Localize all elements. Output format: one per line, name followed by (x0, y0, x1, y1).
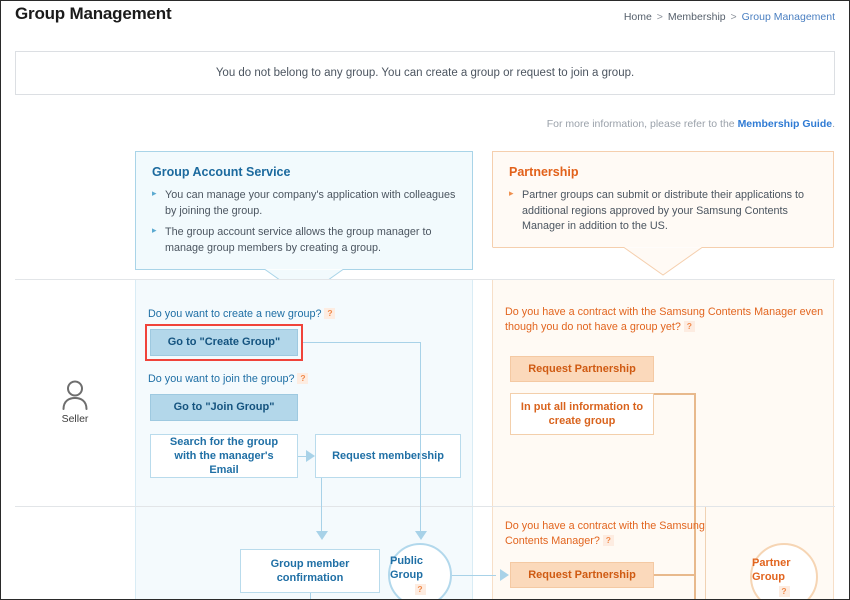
connector-create-group-h (303, 342, 421, 343)
breadcrumb: Home > Membership > Group Management (624, 11, 835, 23)
go-to-create-group-button[interactable]: Go to "Create Group" (150, 329, 298, 356)
question-create-new-group: Do you want to create a new group?? (148, 307, 358, 322)
arrow-right-icon (500, 569, 509, 581)
help-icon[interactable]: ? (414, 583, 426, 595)
breadcrumb-current: Group Management (741, 11, 835, 23)
connector-input-h (654, 393, 696, 395)
page-root: Group Management Home > Membership > Gro… (0, 0, 850, 600)
question-contract-no-group: Do you have a contract with the Samsung … (505, 306, 824, 333)
connector-request-to-confirm-v (321, 478, 322, 535)
connector-public-group-right (452, 575, 496, 576)
info-panel-orange-title: Partnership (509, 165, 579, 179)
role-seller-label: Seller (61, 413, 89, 425)
page-title: Group Management (15, 4, 172, 23)
connector-input-v (694, 393, 696, 599)
guide-suffix: . (832, 118, 835, 130)
list-item: Partner groups can submit or distribute … (509, 187, 817, 235)
info-panel-blue-title: Group Account Service (152, 165, 291, 179)
notice-banner: You do not belong to any group. You can … (15, 51, 835, 95)
info-panel-blue-list: You can manage your company's applicatio… (152, 187, 456, 257)
input-information-box: In put all information to create group (510, 393, 654, 435)
info-panel-blue-body: Group Account Service You can manage you… (135, 151, 473, 269)
info-panel-group-account-service: Group Account Service You can manage you… (135, 151, 473, 299)
arrow-right-icon (306, 450, 315, 462)
connector-create-group-v (420, 342, 421, 535)
question-join-group: Do you want to join the group?? (148, 372, 358, 387)
flow-orange-subdivider (705, 507, 706, 599)
request-membership-box: Request membership (315, 434, 461, 478)
public-group-circle: Public Group ? (388, 543, 452, 599)
info-panel-partnership: Partnership Partner groups can submit or… (492, 151, 834, 277)
connector-manager-partnership-h (654, 574, 696, 576)
breadcrumb-separator-2: > (730, 11, 737, 23)
help-icon[interactable]: ? (297, 373, 309, 384)
breadcrumb-membership[interactable]: Membership (668, 11, 726, 23)
flow-diagram: Seller Group Manager? Do you want to cre… (15, 279, 835, 599)
notice-text: You do not belong to any group. You can … (215, 67, 635, 79)
flow-row-divider (15, 506, 835, 507)
search-group-box: Search for the group with the manager's … (150, 434, 298, 478)
arrow-down-icon (415, 531, 427, 540)
request-partnership-button-seller[interactable]: Request Partnership (510, 356, 654, 382)
help-icon[interactable]: ? (683, 320, 695, 332)
connector-confirm-down (310, 593, 311, 599)
user-icon (62, 380, 88, 410)
question-contract-manager: Do you have a contract with the Samsung … (505, 520, 705, 547)
list-item: You can manage your company's applicatio… (152, 187, 456, 219)
info-panel-orange-body: Partnership Partner groups can submit or… (492, 151, 834, 247)
help-icon[interactable]: ? (602, 534, 614, 546)
group-member-confirmation-box: Group member confirmation (240, 549, 380, 593)
breadcrumb-separator-1: > (656, 11, 663, 23)
panel-orange-notch (492, 246, 834, 276)
breadcrumb-home[interactable]: Home (624, 11, 652, 23)
membership-guide-link[interactable]: Membership Guide (738, 118, 833, 130)
list-item: The group account service allows the gro… (152, 224, 456, 256)
guide-line: For more information, please refer to th… (547, 118, 835, 130)
request-partnership-button-manager[interactable]: Request Partnership (510, 562, 654, 588)
help-icon[interactable]: ? (324, 308, 336, 319)
help-icon[interactable]: ? (778, 585, 790, 597)
info-panel-orange-list: Partner groups can submit or distribute … (509, 187, 817, 235)
role-seller: Seller (15, 379, 135, 425)
guide-prefix: For more information, please refer to th… (546, 118, 738, 130)
arrow-down-icon (316, 531, 328, 540)
go-to-join-group-button[interactable]: Go to "Join Group" (150, 394, 298, 421)
